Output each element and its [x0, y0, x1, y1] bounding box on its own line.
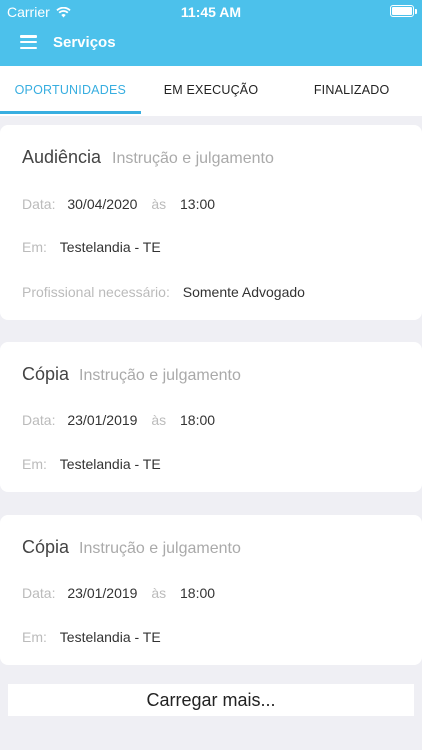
tab-bar: OPORTUNIDADES EM EXECUÇÃO FINALIZADO — [0, 66, 422, 116]
date-label: Data: — [22, 196, 56, 212]
location-row: Em: Testelandia - TE — [22, 239, 161, 255]
date-value: 23/01/2019 — [67, 412, 138, 428]
location-label: Em: — [22, 239, 47, 255]
battery-icon — [390, 5, 417, 17]
date-label: Data: — [22, 585, 56, 601]
tab-finalizado[interactable]: FINALIZADO — [281, 66, 422, 116]
service-subtitle: Instrução e julgamento — [112, 150, 274, 167]
hamburger-menu-icon[interactable] — [20, 35, 37, 49]
tab-em-execucao[interactable]: EM EXECUÇÃO — [141, 66, 282, 116]
date-row: Data: 23/01/2019 às 18:00 — [22, 585, 215, 601]
location-value: Testelandia - TE — [59, 629, 161, 645]
service-title: Cópia — [22, 537, 70, 557]
professional-label: Profissional necessário: — [22, 284, 170, 300]
page-title: Serviços — [53, 34, 116, 51]
status-bar: Carrier 11:45 AM — [0, 0, 422, 22]
date-label: Data: — [22, 412, 56, 428]
service-card[interactable]: Cópia Instrução e julgamento Data: 23/01… — [0, 342, 422, 492]
time-value: 18:00 — [180, 585, 216, 601]
location-label: Em: — [22, 629, 47, 645]
time-value: 13:00 — [180, 196, 216, 212]
date-value: 23/01/2019 — [67, 585, 138, 601]
status-time: 11:45 AM — [180, 4, 242, 20]
location-value: Testelandia - TE — [59, 239, 161, 255]
location-value: Testelandia - TE — [59, 456, 161, 472]
professional-row: Profissional necessário: Somente Advogad… — [22, 284, 305, 300]
location-row: Em: Testelandia - TE — [22, 629, 161, 645]
service-card[interactable]: Cópia Instrução e julgamento Data: 23/01… — [0, 515, 422, 665]
date-row: Data: 23/01/2019 às 18:00 — [22, 412, 215, 428]
service-card[interactable]: Audiência Instrução e julgamento Data: 3… — [0, 125, 422, 320]
time-separator: às — [151, 585, 167, 601]
time-separator: às — [151, 412, 167, 428]
service-title: Cópia — [22, 364, 70, 384]
time-separator: às — [151, 196, 167, 212]
service-title: Audiência — [22, 147, 102, 167]
app-header: Carrier 11:45 AM Serviços — [0, 0, 422, 66]
location-row: Em: Testelandia - TE — [22, 456, 161, 472]
location-label: Em: — [22, 456, 47, 472]
service-subtitle: Instrução e julgamento — [79, 367, 241, 384]
tab-oportunidades[interactable]: OPORTUNIDADES — [0, 66, 141, 116]
load-more-button[interactable]: Carregar mais... — [8, 684, 414, 716]
service-subtitle: Instrução e julgamento — [79, 540, 241, 557]
date-value: 30/04/2020 — [67, 196, 138, 212]
time-value: 18:00 — [180, 412, 216, 428]
professional-value: Somente Advogado — [182, 284, 305, 300]
date-row: Data: 30/04/2020 às 13:00 — [22, 196, 215, 212]
